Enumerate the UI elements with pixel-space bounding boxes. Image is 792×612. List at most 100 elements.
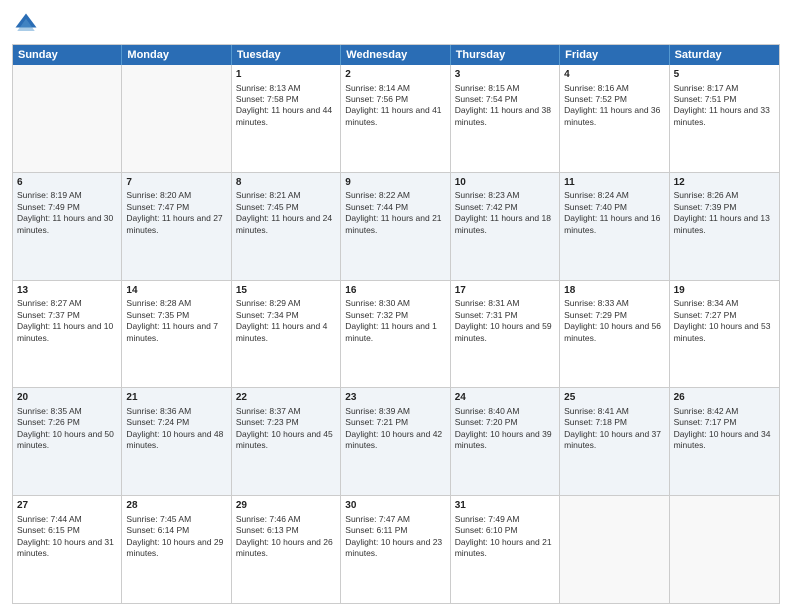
day-number: 26 bbox=[674, 391, 775, 405]
daylight-text: Daylight: 11 hours and 24 minutes. bbox=[236, 213, 336, 236]
daylight-text: Daylight: 10 hours and 45 minutes. bbox=[236, 429, 336, 452]
day-cell-31: 31Sunrise: 7:49 AMSunset: 6:10 PMDayligh… bbox=[451, 496, 560, 603]
sunset-text: Sunset: 6:14 PM bbox=[126, 525, 226, 536]
sunrise-text: Sunrise: 8:36 AM bbox=[126, 406, 226, 417]
empty-cell bbox=[670, 496, 779, 603]
day-cell-5: 5Sunrise: 8:17 AMSunset: 7:51 PMDaylight… bbox=[670, 65, 779, 172]
daylight-text: Daylight: 11 hours and 36 minutes. bbox=[564, 105, 664, 128]
day-of-week-saturday: Saturday bbox=[670, 45, 779, 65]
day-number: 13 bbox=[17, 284, 117, 298]
sunset-text: Sunset: 7:42 PM bbox=[455, 202, 555, 213]
sunrise-text: Sunrise: 8:22 AM bbox=[345, 190, 445, 201]
sunset-text: Sunset: 7:49 PM bbox=[17, 202, 117, 213]
day-number: 3 bbox=[455, 68, 555, 82]
day-cell-21: 21Sunrise: 8:36 AMSunset: 7:24 PMDayligh… bbox=[122, 388, 231, 495]
sunrise-text: Sunrise: 7:46 AM bbox=[236, 514, 336, 525]
day-cell-12: 12Sunrise: 8:26 AMSunset: 7:39 PMDayligh… bbox=[670, 173, 779, 280]
calendar: SundayMondayTuesdayWednesdayThursdayFrid… bbox=[12, 44, 780, 604]
day-cell-13: 13Sunrise: 8:27 AMSunset: 7:37 PMDayligh… bbox=[13, 281, 122, 388]
daylight-text: Daylight: 10 hours and 21 minutes. bbox=[455, 537, 555, 560]
day-number: 2 bbox=[345, 68, 445, 82]
empty-cell bbox=[122, 65, 231, 172]
calendar-week-1: 1Sunrise: 8:13 AMSunset: 7:58 PM Daylight… bbox=[13, 65, 779, 172]
daylight-text: Daylight: 10 hours and 53 minutes. bbox=[674, 321, 775, 344]
sunrise-text: Sunrise: 8:33 AM bbox=[564, 298, 664, 309]
sunset-text: Sunset: 7:35 PM bbox=[126, 310, 226, 321]
sunset-text: Sunset: 7:31 PM bbox=[455, 310, 555, 321]
sunrise-text: Sunrise: 8:16 AM bbox=[564, 83, 664, 94]
sunset-text: Sunset: 7:45 PM bbox=[236, 202, 336, 213]
calendar-week-5: 27Sunrise: 7:44 AMSunset: 6:15 PMDayligh… bbox=[13, 495, 779, 603]
sunrise-text: Sunrise: 8:29 AM bbox=[236, 298, 336, 309]
day-cell-11: 11Sunrise: 8:24 AMSunset: 7:40 PMDayligh… bbox=[560, 173, 669, 280]
page: SundayMondayTuesdayWednesdayThursdayFrid… bbox=[0, 0, 792, 612]
day-cell-29: 29Sunrise: 7:46 AMSunset: 6:13 PMDayligh… bbox=[232, 496, 341, 603]
daylight-text: Daylight: 10 hours and 39 minutes. bbox=[455, 429, 555, 452]
sunrise-text: Sunrise: 7:45 AM bbox=[126, 514, 226, 525]
day-number: 29 bbox=[236, 499, 336, 513]
day-cell-17: 17Sunrise: 8:31 AMSunset: 7:31 PMDayligh… bbox=[451, 281, 560, 388]
daylight-text: Daylight: 10 hours and 23 minutes. bbox=[345, 537, 445, 560]
logo-icon bbox=[12, 10, 40, 38]
day-cell-19: 19Sunrise: 8:34 AMSunset: 7:27 PMDayligh… bbox=[670, 281, 779, 388]
sunset-text: Sunset: 7:40 PM bbox=[564, 202, 664, 213]
daylight-text: Daylight: 10 hours and 37 minutes. bbox=[564, 429, 664, 452]
day-cell-3: 3Sunrise: 8:15 AMSunset: 7:54 PMDaylight… bbox=[451, 65, 560, 172]
day-number: 30 bbox=[345, 499, 445, 513]
daylight-text: Daylight: 10 hours and 48 minutes. bbox=[126, 429, 226, 452]
sunrise-text: Sunrise: 8:13 AM bbox=[236, 83, 336, 94]
day-cell-6: 6Sunrise: 8:19 AMSunset: 7:49 PMDaylight… bbox=[13, 173, 122, 280]
day-number: 22 bbox=[236, 391, 336, 405]
day-number: 1 bbox=[236, 68, 336, 82]
sunset-text: Sunset: 7:56 PM bbox=[345, 94, 445, 105]
day-number: 9 bbox=[345, 176, 445, 190]
day-cell-24: 24Sunrise: 8:40 AMSunset: 7:20 PMDayligh… bbox=[451, 388, 560, 495]
day-number: 12 bbox=[674, 176, 775, 190]
daylight-text: Daylight: 10 hours and 59 minutes. bbox=[455, 321, 555, 344]
day-cell-28: 28Sunrise: 7:45 AMSunset: 6:14 PMDayligh… bbox=[122, 496, 231, 603]
calendar-week-4: 20Sunrise: 8:35 AMSunset: 7:26 PMDayligh… bbox=[13, 387, 779, 495]
sunrise-text: Sunrise: 8:24 AM bbox=[564, 190, 664, 201]
day-number: 19 bbox=[674, 284, 775, 298]
sunset-text: Sunset: 7:37 PM bbox=[17, 310, 117, 321]
sunrise-text: Sunrise: 8:37 AM bbox=[236, 406, 336, 417]
daylight-text: Daylight: 10 hours and 50 minutes. bbox=[17, 429, 117, 452]
sunrise-text: Sunrise: 7:44 AM bbox=[17, 514, 117, 525]
sunrise-text: Sunrise: 8:30 AM bbox=[345, 298, 445, 309]
day-number: 23 bbox=[345, 391, 445, 405]
daylight-text: Daylight: 11 hours and 13 minutes. bbox=[674, 213, 775, 236]
daylight-text: Daylight: 10 hours and 42 minutes. bbox=[345, 429, 445, 452]
sunrise-text: Sunrise: 8:31 AM bbox=[455, 298, 555, 309]
calendar-header: SundayMondayTuesdayWednesdayThursdayFrid… bbox=[13, 45, 779, 65]
daylight-text: Daylight: 10 hours and 29 minutes. bbox=[126, 537, 226, 560]
day-number: 31 bbox=[455, 499, 555, 513]
daylight-text: Daylight: 10 hours and 31 minutes. bbox=[17, 537, 117, 560]
day-of-week-thursday: Thursday bbox=[451, 45, 560, 65]
sunrise-text: Sunrise: 8:23 AM bbox=[455, 190, 555, 201]
calendar-body: 1Sunrise: 8:13 AMSunset: 7:58 PM Daylight… bbox=[13, 65, 779, 603]
day-number: 17 bbox=[455, 284, 555, 298]
sunset-text: Sunset: 7:58 PM bbox=[236, 94, 336, 105]
sunrise-text: Sunrise: 8:27 AM bbox=[17, 298, 117, 309]
daylight-text: Daylight: 11 hours and 30 minutes. bbox=[17, 213, 117, 236]
sunrise-text: Sunrise: 8:39 AM bbox=[345, 406, 445, 417]
sunrise-text: Sunrise: 8:41 AM bbox=[564, 406, 664, 417]
day-of-week-friday: Friday bbox=[560, 45, 669, 65]
day-cell-22: 22Sunrise: 8:37 AMSunset: 7:23 PMDayligh… bbox=[232, 388, 341, 495]
day-of-week-wednesday: Wednesday bbox=[341, 45, 450, 65]
sunrise-text: Sunrise: 8:28 AM bbox=[126, 298, 226, 309]
day-cell-1: 1Sunrise: 8:13 AMSunset: 7:58 PMDaylight… bbox=[232, 65, 341, 172]
sunrise-text: Sunrise: 8:26 AM bbox=[674, 190, 775, 201]
sunset-text: Sunset: 7:32 PM bbox=[345, 310, 445, 321]
day-number: 15 bbox=[236, 284, 336, 298]
sunrise-text: Sunrise: 8:17 AM bbox=[674, 83, 775, 94]
day-cell-30: 30Sunrise: 7:47 AMSunset: 6:11 PMDayligh… bbox=[341, 496, 450, 603]
sunset-text: Sunset: 7:20 PM bbox=[455, 417, 555, 428]
day-cell-4: 4Sunrise: 8:16 AMSunset: 7:52 PMDaylight… bbox=[560, 65, 669, 172]
daylight-text: Daylight: 10 hours and 26 minutes. bbox=[236, 537, 336, 560]
sunset-text: Sunset: 7:17 PM bbox=[674, 417, 775, 428]
sunset-text: Sunset: 7:47 PM bbox=[126, 202, 226, 213]
day-number: 7 bbox=[126, 176, 226, 190]
calendar-week-2: 6Sunrise: 8:19 AMSunset: 7:49 PMDaylight… bbox=[13, 172, 779, 280]
daylight-text: Daylight: 11 hours and 33 minutes. bbox=[674, 105, 775, 128]
